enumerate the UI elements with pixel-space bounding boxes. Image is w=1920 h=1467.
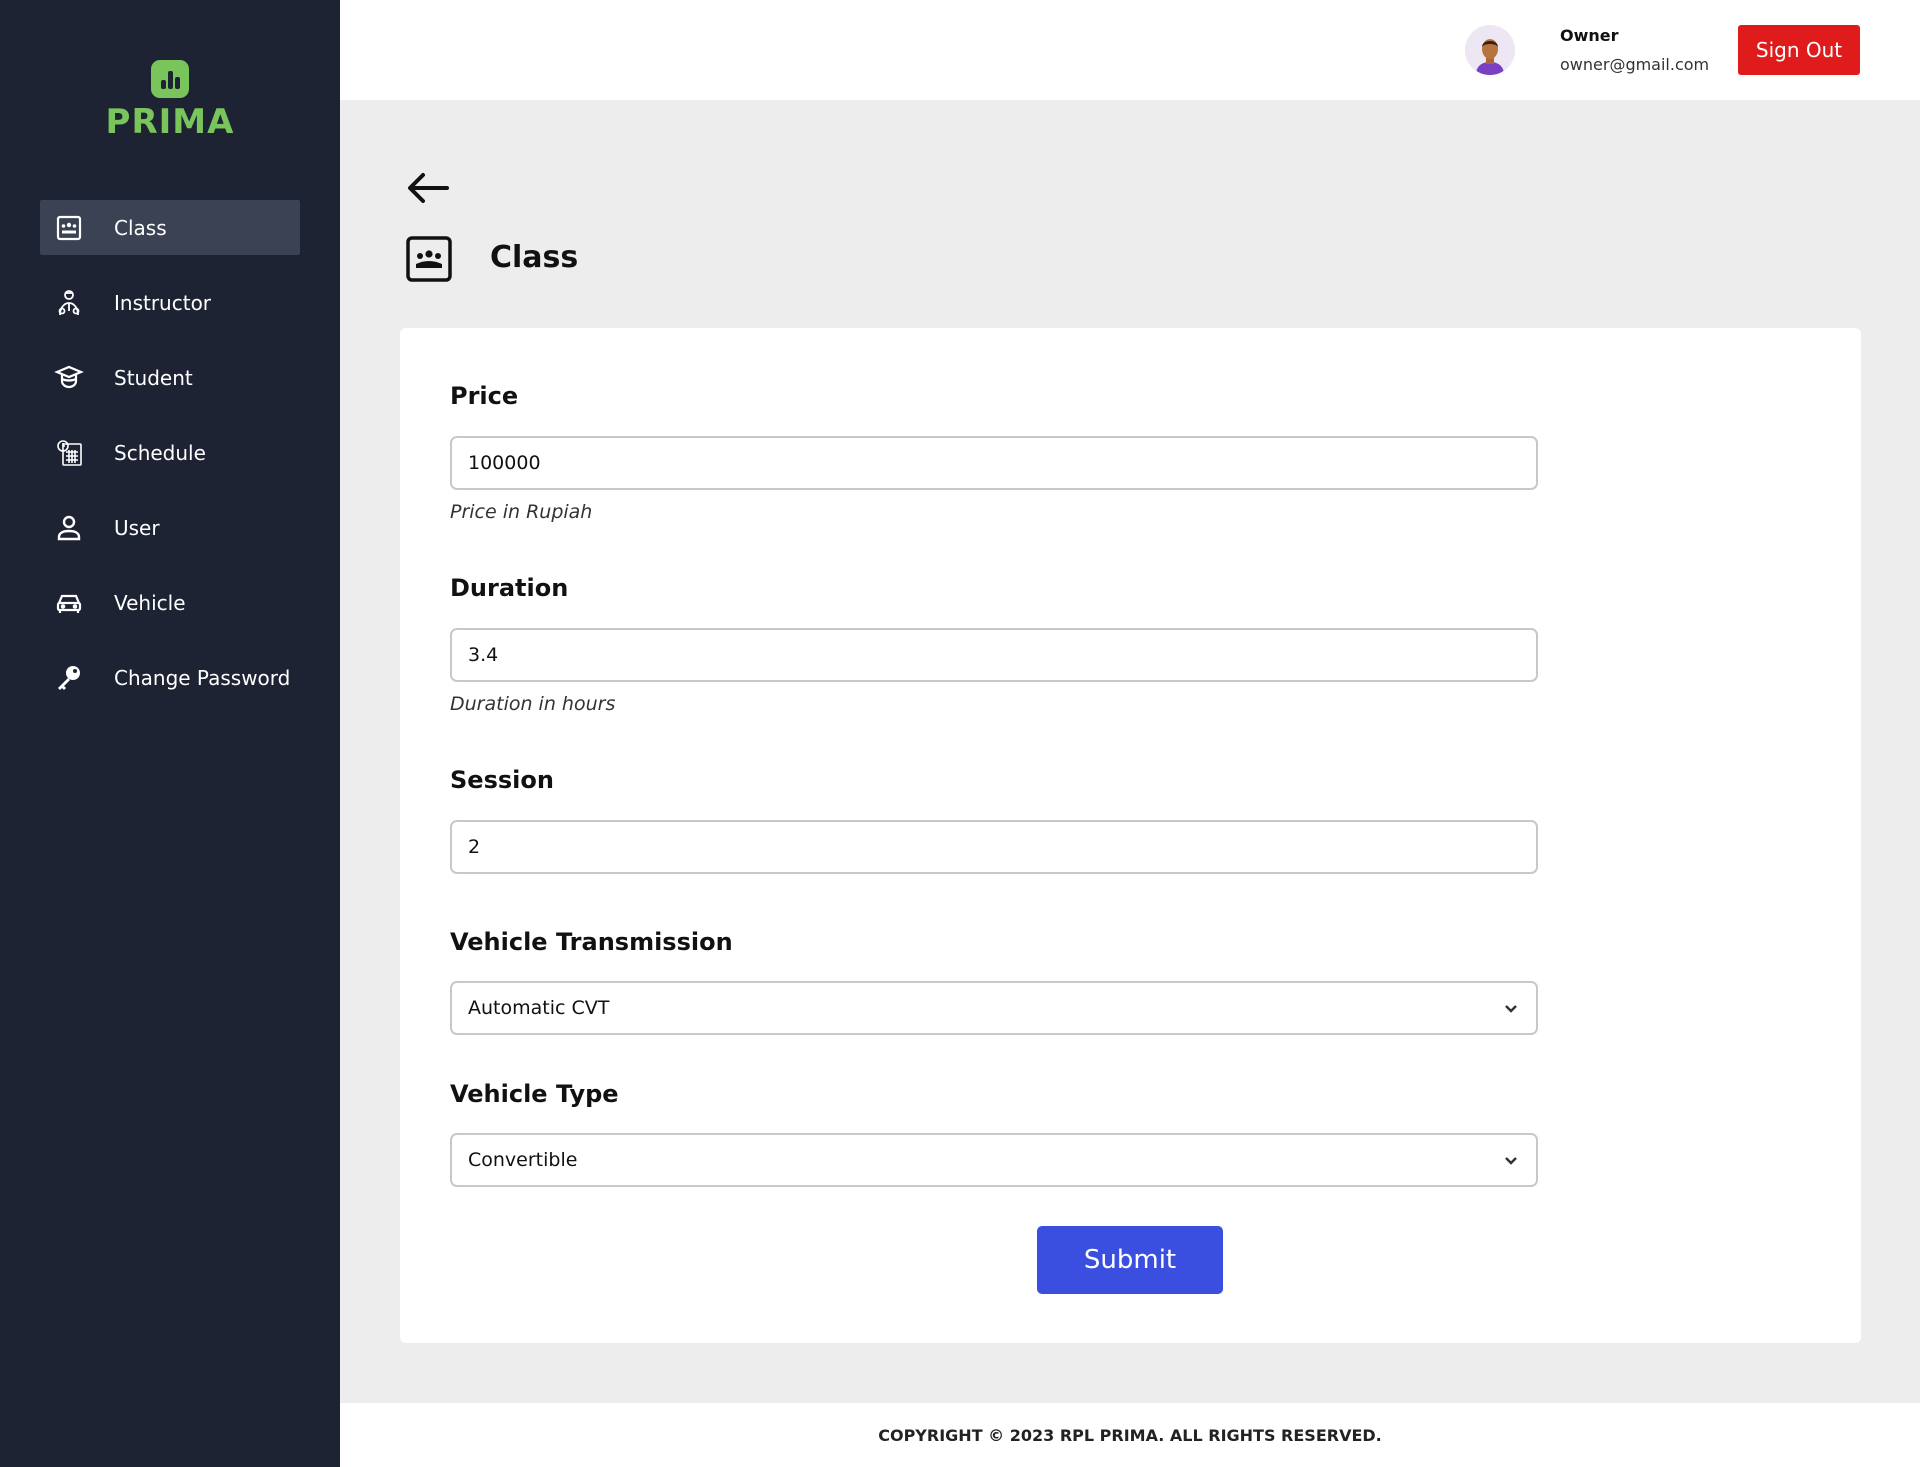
page-title: Class bbox=[490, 240, 579, 275]
instructor-icon bbox=[52, 286, 86, 320]
session-label: Session bbox=[450, 766, 554, 794]
logo-text: PRIMA bbox=[105, 102, 235, 142]
sidebar-item-instructor[interactable]: Instructor bbox=[40, 275, 300, 330]
logo[interactable]: PRIMA bbox=[100, 60, 240, 142]
sidebar-item-user[interactable]: User bbox=[40, 500, 300, 555]
sidebar: PRIMA Class Instructor Student Schedule bbox=[0, 0, 340, 1467]
price-input[interactable]: 100000 bbox=[450, 436, 1538, 490]
schedule-icon bbox=[52, 436, 86, 470]
vehicle-type-value: Convertible bbox=[468, 1149, 578, 1171]
sidebar-item-vehicle[interactable]: Vehicle bbox=[40, 575, 300, 630]
back-arrow-icon[interactable] bbox=[405, 168, 455, 208]
avatar[interactable] bbox=[1465, 25, 1515, 75]
sidebar-nav: Class Instructor Student Schedule User V… bbox=[40, 200, 300, 725]
price-label: Price bbox=[450, 382, 519, 410]
student-icon bbox=[52, 361, 86, 395]
sidebar-item-class[interactable]: Class bbox=[40, 200, 300, 255]
sidebar-item-label: Class bbox=[114, 215, 167, 240]
sidebar-item-label: Change Password bbox=[114, 665, 291, 690]
logo-chart-icon bbox=[151, 60, 189, 98]
footer: COPYRIGHT © 2023 RPL PRIMA. ALL RIGHTS R… bbox=[340, 1403, 1920, 1467]
user-email: owner@gmail.com bbox=[1560, 55, 1710, 74]
sidebar-item-label: Schedule bbox=[114, 440, 206, 465]
sidebar-item-schedule[interactable]: Schedule bbox=[40, 425, 300, 480]
session-input[interactable]: 2 bbox=[450, 820, 1538, 874]
key-icon bbox=[52, 661, 86, 695]
price-help-text: Price in Rupiah bbox=[450, 501, 593, 523]
copyright-text: COPYRIGHT © 2023 RPL PRIMA. ALL RIGHTS R… bbox=[878, 1425, 1382, 1445]
vehicle-transmission-value: Automatic CVT bbox=[468, 997, 610, 1019]
vehicle-icon bbox=[52, 586, 86, 620]
submit-button[interactable]: Submit bbox=[1037, 1226, 1223, 1294]
class-icon bbox=[52, 211, 86, 245]
vehicle-type-select[interactable]: Convertible bbox=[450, 1133, 1538, 1187]
sign-out-button[interactable]: Sign Out bbox=[1738, 25, 1860, 75]
vehicle-transmission-select[interactable]: Automatic CVT bbox=[450, 981, 1538, 1035]
class-icon bbox=[405, 235, 453, 283]
duration-input[interactable]: 3.4 bbox=[450, 628, 1538, 682]
vehicle-type-label: Vehicle Type bbox=[450, 1080, 619, 1108]
sidebar-item-change-password[interactable]: Change Password bbox=[40, 650, 300, 705]
vehicle-transmission-label: Vehicle Transmission bbox=[450, 928, 733, 956]
sidebar-item-label: Student bbox=[114, 365, 193, 390]
user-icon bbox=[52, 511, 86, 545]
sidebar-item-label: Instructor bbox=[114, 290, 212, 315]
sidebar-item-label: User bbox=[114, 515, 160, 540]
chevron-down-icon bbox=[1505, 1157, 1517, 1165]
user-name: Owner bbox=[1560, 26, 1619, 45]
duration-help-text: Duration in hours bbox=[450, 693, 616, 715]
sidebar-item-student[interactable]: Student bbox=[40, 350, 300, 405]
duration-label: Duration bbox=[450, 574, 569, 602]
class-form-card: Price 100000 Price in Rupiah Duration 3.… bbox=[400, 328, 1861, 1343]
top-header: Owner owner@gmail.com Sign Out bbox=[340, 0, 1920, 100]
chevron-down-icon bbox=[1505, 1005, 1517, 1013]
sidebar-item-label: Vehicle bbox=[114, 590, 186, 615]
